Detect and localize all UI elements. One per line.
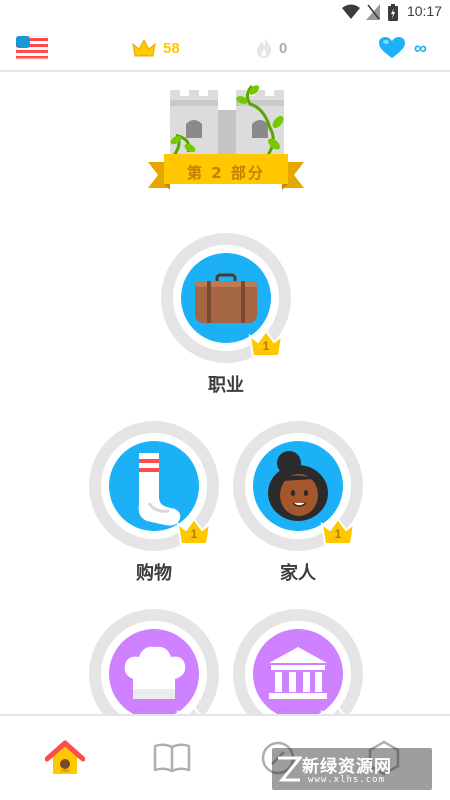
watermark-title: 新绿资源网 [302,757,392,777]
book-icon [153,743,191,773]
watermark-logo-icon [278,756,302,782]
watermark-url: www.xlhs.com [308,775,386,785]
status-time: 10:17 [406,3,442,19]
wifi-icon [342,4,360,19]
crowns-counter[interactable]: 58 [131,36,180,60]
nav-stories[interactable] [152,738,192,778]
crown-icon [132,38,156,57]
skill-label: 购物 [136,563,172,584]
skill-level: 1 [334,527,342,541]
us-flag-icon[interactable] [16,36,48,60]
battery-icon [388,4,398,21]
skill-level: 1 [190,527,198,541]
home-icon [44,740,86,774]
signal-icon [366,4,380,20]
streak-count: 0 [279,39,288,57]
skill-label: 职业 [208,375,244,396]
skill-crown-badge: 1 [247,328,285,358]
streak-flame-icon [257,38,272,58]
skill-family[interactable]: 1 家人 [233,421,363,591]
checkpoint-castle[interactable]: 第 2 部分 [148,80,304,198]
skill-level: 1 [262,339,270,353]
crowns-count: 58 [163,39,180,57]
nav-home[interactable] [44,738,86,778]
skill-crown-badge: 1 [319,516,357,546]
skill-career[interactable]: 1 职业 [161,233,291,403]
skill-label: 家人 [280,563,316,584]
top-bar: 58 0 ∞ [0,24,450,72]
skill-crown-badge: 1 [175,516,213,546]
hearts-counter[interactable]: ∞ [378,36,427,60]
checkpoint-label: 第 2 部分 [187,164,265,182]
heart-icon [379,37,405,58]
skill-shopping[interactable]: 1 购物 [89,421,219,591]
hearts-count: ∞ [414,37,427,58]
watermark: 新绿资源网 www.xlhs.com [272,748,432,790]
status-bar: 10:17 [0,0,450,24]
streak-counter[interactable]: 0 [255,36,287,60]
